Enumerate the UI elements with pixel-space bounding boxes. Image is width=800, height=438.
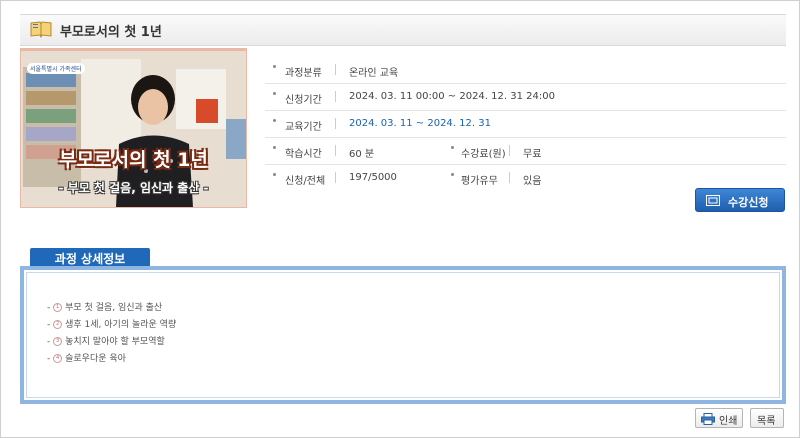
number-badge: 2 xyxy=(53,320,63,329)
info-row-category: 과정분류 온라인 교육 xyxy=(265,57,786,84)
thumbnail-title: 부모로서의 첫 1년 xyxy=(59,149,208,171)
bullet-icon xyxy=(273,92,276,95)
list-item-text: 부모 첫 걸음, 임신과 출산 xyxy=(65,303,163,313)
page-title: 부모로서의 첫 1년 xyxy=(60,25,162,40)
category-label: 과정분류 xyxy=(285,68,322,79)
separator xyxy=(335,145,336,156)
apply-period-value: 2024. 03. 11 00:00 ~ 2024. 12. 31 24:00 xyxy=(349,91,555,102)
print-button[interactable]: 인쇄 xyxy=(695,408,743,428)
list-item-text: 생후 1세, 아기의 놀라운 역량 xyxy=(65,320,177,330)
bullet-icon xyxy=(273,65,276,68)
fee-label: 수강료(원) xyxy=(461,149,506,160)
category-value: 온라인 교육 xyxy=(349,68,399,79)
evaluation-label: 평가유무 xyxy=(461,176,498,187)
separator xyxy=(509,145,510,156)
apply-period-label: 신청기간 xyxy=(285,95,322,106)
bullet-icon xyxy=(273,173,276,176)
bullet-icon xyxy=(451,173,454,176)
detail-box: - 1 부모 첫 걸음, 임신과 출산 - 2 생후 1세, 아기의 놀라운 역량 … xyxy=(20,266,786,404)
separator xyxy=(335,64,336,75)
title-bar: 부모로서의 첫 1년 xyxy=(20,14,786,46)
study-time-value: 60 분 xyxy=(349,149,375,160)
list-item: - 3 놓치지 말아야 할 부모역할 xyxy=(47,337,165,347)
edu-period-value: 2024. 03. 11 ~ 2024. 12. 31 xyxy=(349,118,491,129)
info-row-time-fee: 학습시간 60 분 수강료(원) 무료 xyxy=(265,138,786,165)
list-item: - 4 슬로우다운 육아 xyxy=(47,354,126,364)
separator xyxy=(335,118,336,129)
study-time-label: 학습시간 xyxy=(285,149,322,160)
separator xyxy=(509,172,510,183)
list-item-text: 놓치지 말아야 할 부모역할 xyxy=(65,337,165,347)
course-thumbnail: 서울특별시 가족센터 부모로서의 첫 1년 - 부모 첫 걸음, 임신과 출산 … xyxy=(20,48,247,208)
list-item: - 2 생후 1세, 아기의 놀라운 역량 xyxy=(47,320,177,330)
number-badge: 3 xyxy=(53,337,63,346)
fee-value: 무료 xyxy=(523,149,542,160)
number-badge: 1 xyxy=(53,303,63,312)
thumbnail-subtitle: - 부모 첫 걸음, 임신과 출산 - xyxy=(58,181,209,195)
edu-period-label: 교육기간 xyxy=(285,122,322,133)
info-row-edu-period: 교육기간 2024. 03. 11 ~ 2024. 12. 31 xyxy=(265,111,786,138)
book-icon xyxy=(30,21,52,38)
bullet-icon xyxy=(273,119,276,122)
printer-icon xyxy=(701,413,715,425)
separator xyxy=(335,172,336,183)
detail-inner: - 1 부모 첫 걸음, 임신과 출산 - 2 생후 1세, 아기의 놀라운 역량 … xyxy=(26,272,780,398)
apply-form-icon xyxy=(706,195,720,206)
applicants-value: 197/5000 xyxy=(349,172,397,183)
separator xyxy=(335,91,336,102)
course-info: 과정분류 온라인 교육 신청기간 2024. 03. 11 00:00 ~ 20… xyxy=(265,57,786,191)
apply-button[interactable]: 수강신청 xyxy=(695,188,785,212)
list-button-label: 목록 xyxy=(757,416,776,427)
list-button[interactable]: 목록 xyxy=(750,408,784,428)
applicants-label: 신청/전체 xyxy=(285,176,326,187)
print-button-label: 인쇄 xyxy=(719,416,738,427)
curriculum-list: - 1 부모 첫 걸음, 임신과 출산 - 2 생후 1세, 아기의 놀라운 역량 … xyxy=(47,300,176,368)
info-row-apply-period: 신청기간 2024. 03. 11 00:00 ~ 2024. 12. 31 2… xyxy=(265,84,786,111)
bullet-icon xyxy=(451,146,454,149)
bullet-icon xyxy=(273,146,276,149)
thumbnail-logo: 서울특별시 가족센터 xyxy=(27,63,85,74)
list-item-text: 슬로우다운 육아 xyxy=(65,354,126,364)
evaluation-value: 있음 xyxy=(523,176,542,187)
list-item: - 1 부모 첫 걸음, 임신과 출산 xyxy=(47,303,163,313)
number-badge: 4 xyxy=(53,354,63,363)
apply-button-label: 수강신청 xyxy=(728,197,769,209)
